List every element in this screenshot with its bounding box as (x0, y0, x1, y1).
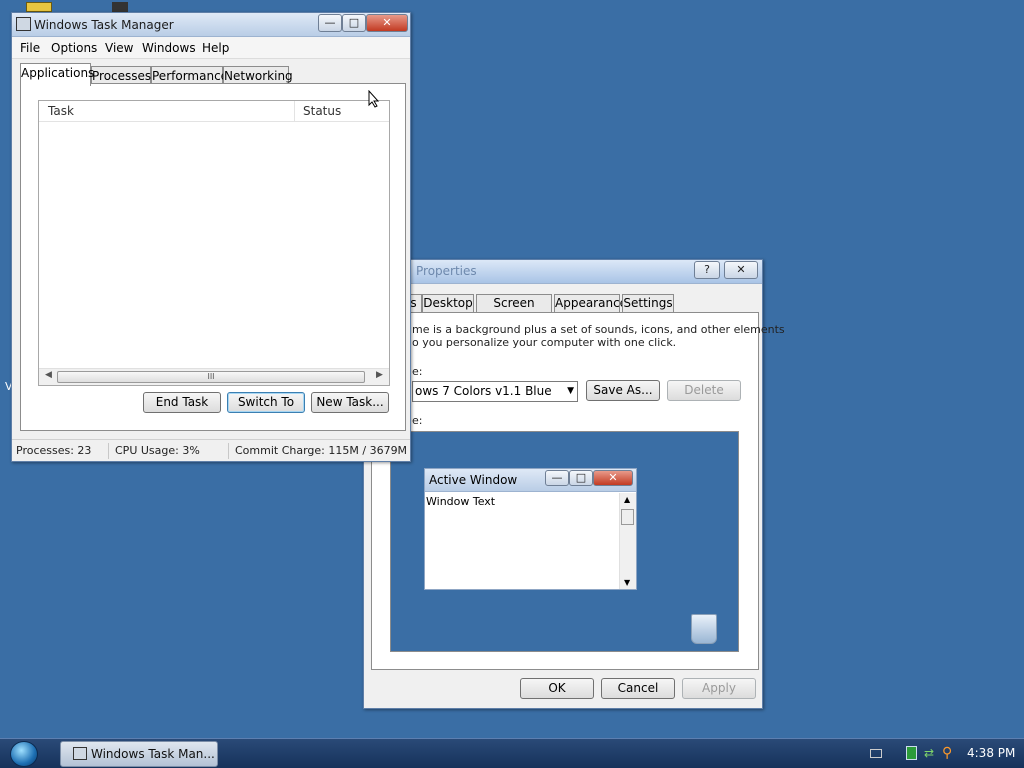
mouse-cursor-icon (368, 90, 380, 108)
preview-window-text: Window Text (426, 495, 496, 508)
switch-to-button[interactable]: Switch To (227, 392, 305, 413)
column-task[interactable]: Task (48, 104, 74, 118)
desktop-icon-fragment[interactable] (112, 2, 128, 12)
task-list[interactable]: Task Status ◀ III ▶ (38, 100, 390, 386)
minimize-icon: — (545, 470, 569, 486)
menu-bar: File Options View Windows Help (12, 37, 410, 59)
desktop-icon[interactable] (26, 2, 52, 12)
preview-titlebar: Active Window — □ ✕ (425, 469, 636, 492)
applications-panel: Task Status ◀ III ▶ End Task Switch To N… (20, 83, 406, 431)
task-manager-titlebar[interactable]: Windows Task Manager — □ ✕ (12, 13, 410, 37)
taskbar-task-label: Windows Task Man... (91, 747, 215, 761)
menu-windows[interactable]: Windows (142, 41, 196, 55)
apply-button[interactable]: Apply (682, 678, 756, 699)
task-manager-window: Windows Task Manager — □ ✕ File Options … (11, 12, 411, 462)
save-as-button[interactable]: Save As... (586, 380, 660, 401)
close-button[interactable]: ✕ (366, 14, 408, 32)
themes-panel: me is a background plus a set of sounds,… (371, 312, 785, 670)
scroll-thumb (621, 509, 634, 525)
taskbar-task-manager[interactable]: Windows Task Man... (60, 741, 218, 767)
status-separator (108, 443, 109, 459)
delete-button[interactable]: Delete (667, 380, 741, 401)
commit-charge: Commit Charge: 115M / 3679M (235, 444, 408, 457)
cancel-button[interactable]: Cancel (601, 678, 675, 699)
minimize-button[interactable]: — (318, 14, 342, 32)
task-list-header: Task Status (39, 101, 389, 122)
tab-settings[interactable]: Settings (622, 294, 674, 313)
task-manager-icon (73, 747, 87, 760)
display-properties-window: Properties ? ✕ s Desktop Screen Saver Ap… (363, 259, 785, 709)
menu-file[interactable]: File (20, 41, 40, 55)
keyboard-icon[interactable] (870, 749, 882, 758)
horizontal-scrollbar[interactable]: ◀ III ▶ (39, 368, 389, 385)
description-text: me is a background plus a set of sounds,… (412, 323, 785, 336)
network-icon[interactable]: ⇄ (924, 746, 936, 760)
status-bar: Processes: 23 CPU Usage: 3% Commit Charg… (12, 439, 410, 461)
chevron-up-icon: ▲ (624, 495, 631, 504)
chevron-down-icon: ▼ (624, 578, 631, 587)
battery-icon[interactable] (906, 746, 917, 760)
preview-active-window: Active Window — □ ✕ Window Text ▲ ▼ (424, 468, 637, 590)
recycle-bin-icon (691, 614, 717, 644)
column-status[interactable]: Status (303, 104, 341, 118)
search-icon[interactable]: ⚲ (942, 745, 952, 761)
window-title: Windows Task Manager (34, 18, 174, 32)
menu-view[interactable]: View (105, 41, 133, 55)
theme-select[interactable]: ows 7 Colors v1.1 Blue ▼ (412, 381, 578, 402)
menu-help[interactable]: Help (202, 41, 229, 55)
sample-label: e: (412, 414, 423, 427)
theme-label: e: (412, 365, 423, 378)
clock[interactable]: 4:38 PM (967, 739, 1015, 768)
new-task-button[interactable]: New Task... (311, 392, 389, 413)
theme-preview: Active Window — □ ✕ Window Text ▲ ▼ (390, 431, 739, 652)
menu-options[interactable]: Options (51, 41, 97, 55)
ok-button[interactable]: OK (520, 678, 594, 699)
window-title: Properties (416, 264, 477, 278)
close-icon: ✕ (593, 470, 633, 486)
task-manager-icon (16, 17, 31, 31)
tab-desktop[interactable]: Desktop (422, 294, 474, 313)
column-separator (294, 101, 295, 122)
description-text: o you personalize your computer with one… (412, 336, 677, 349)
close-button[interactable]: ✕ (724, 261, 758, 279)
help-button[interactable]: ? (694, 261, 720, 279)
theme-value: ows 7 Colors v1.1 Blue (415, 384, 552, 398)
maximize-button[interactable]: □ (342, 14, 366, 32)
end-task-button[interactable]: End Task (143, 392, 221, 413)
maximize-icon: □ (569, 470, 593, 486)
taskbar: Windows Task Man... ⇄ ⚲ 4:38 PM (0, 738, 1024, 768)
cpu-usage: CPU Usage: 3% (115, 444, 200, 457)
display-properties-titlebar[interactable]: Properties ? ✕ (364, 260, 762, 284)
scroll-thumb[interactable]: III (57, 371, 365, 383)
chevron-left-icon[interactable]: ◀ (45, 370, 52, 380)
preview-title: Active Window (429, 473, 518, 487)
status-separator (228, 443, 229, 459)
tab-applications[interactable]: Applications (20, 63, 94, 86)
tab-screen-saver[interactable]: Screen Saver (476, 294, 552, 327)
tab-appearance[interactable]: Appearance (554, 294, 627, 313)
chevron-down-icon: ▼ (567, 386, 574, 396)
chevron-right-icon[interactable]: ▶ (376, 370, 383, 380)
start-button[interactable] (10, 741, 38, 767)
processes-count: Processes: 23 (16, 444, 92, 457)
preview-scrollbar: ▲ ▼ (619, 493, 636, 589)
